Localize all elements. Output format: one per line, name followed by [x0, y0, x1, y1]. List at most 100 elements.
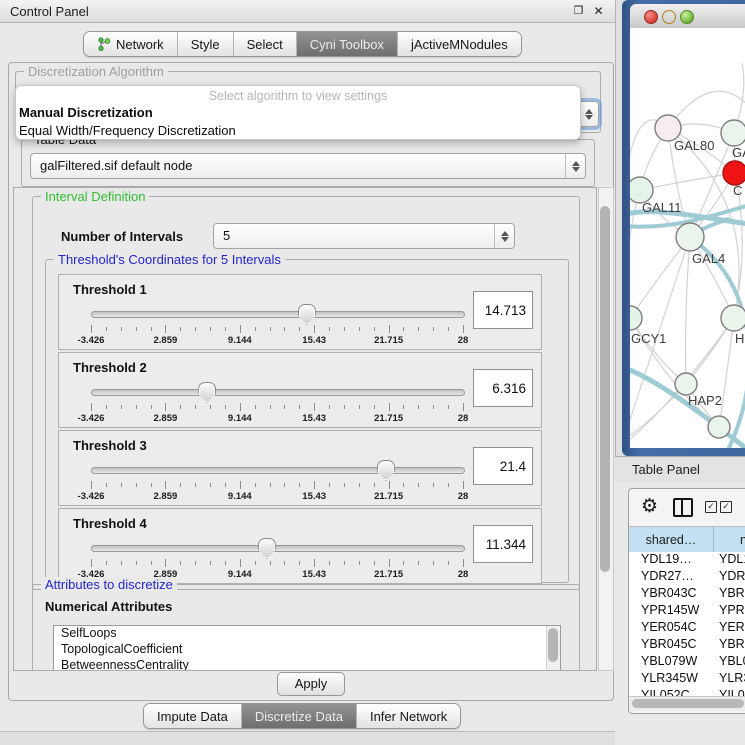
- slider-tick: [106, 327, 107, 331]
- float-window-icon[interactable]: ❐: [572, 5, 585, 18]
- select-columns-checkbox-icon[interactable]: ✓: [705, 501, 717, 513]
- network-node[interactable]: [723, 161, 745, 185]
- threshold-1-label: Threshold 1: [73, 282, 147, 297]
- attribute-list-item[interactable]: SelfLoops: [54, 626, 560, 642]
- settings-vertical-scrollbar[interactable]: [598, 187, 614, 671]
- threshold-1-slider-track[interactable]: [91, 311, 465, 318]
- threshold-2-slider-ticks: [91, 403, 463, 411]
- tab-jactivemnodules[interactable]: jActiveMNodules: [398, 32, 521, 56]
- slider-tick: [91, 325, 92, 333]
- network-node[interactable]: [675, 373, 697, 395]
- algorithm-option-manual[interactable]: Manual Discretization: [16, 104, 580, 122]
- network-node-label: C: [733, 183, 742, 198]
- column-layout-icon[interactable]: [673, 498, 693, 517]
- slider-tick: [225, 483, 226, 487]
- cyni-bottom-tabbar: Impute Data Discretize Data Infer Networ…: [143, 703, 461, 729]
- attribute-list-item[interactable]: TopologicalCoefficient: [54, 642, 560, 658]
- mac-zoom-button[interactable]: [680, 10, 694, 24]
- tab-infer-network[interactable]: Infer Network: [357, 704, 460, 728]
- algorithm-popup-hint: Select algorithm to view settings: [16, 89, 580, 104]
- table-data-combobox[interactable]: galFiltered.sif default node: [30, 153, 586, 179]
- table-cell-shared-name: YIL052C: [629, 688, 713, 696]
- attributes-list-scrollbar[interactable]: [546, 626, 560, 671]
- threshold-1-slider-thumb[interactable]: [298, 304, 316, 325]
- close-window-icon[interactable]: ✕: [592, 5, 605, 18]
- threshold-4-slider: -3.4262.8599.14415.4321.71528: [91, 537, 463, 581]
- network-node[interactable]: [708, 416, 730, 438]
- slider-tick: [314, 403, 315, 411]
- tab-select[interactable]: Select: [234, 32, 297, 56]
- table-row[interactable]: YLR345WYLR3: [629, 671, 745, 688]
- settings-vertical-scrollbar-thumb[interactable]: [600, 206, 610, 572]
- number-of-intervals-combobox[interactable]: 5: [213, 223, 515, 249]
- select-all-checkbox-icon[interactable]: ✓: [720, 501, 732, 513]
- network-edge[interactable]: [686, 237, 691, 384]
- table-row[interactable]: YDR27…YDR2: [629, 569, 745, 586]
- network-node[interactable]: [721, 305, 745, 331]
- table-row[interactable]: YER054CYER0: [629, 620, 745, 637]
- apply-button[interactable]: Apply: [277, 672, 345, 696]
- slider-tick-label: 21.715: [374, 413, 403, 424]
- table-cell-shared-name: YLR345W: [629, 671, 713, 688]
- threshold-1-value-field[interactable]: 14.713: [473, 291, 533, 329]
- tab-discretize-data[interactable]: Discretize Data: [242, 704, 357, 728]
- numerical-attributes-list[interactable]: SelfLoopsTopologicalCoefficientBetweenne…: [53, 625, 561, 671]
- network-edge[interactable]: [630, 190, 640, 318]
- slider-tick: [463, 403, 464, 411]
- table-row[interactable]: YBL079WYBL0: [629, 654, 745, 671]
- threshold-2-value-field[interactable]: 6.316: [473, 369, 533, 407]
- tab-discretize-data-label: Discretize Data: [255, 709, 343, 724]
- table-settings-gear-icon[interactable]: ⚙: [641, 495, 658, 518]
- threshold-3-slider-track[interactable]: [91, 467, 465, 474]
- network-edge[interactable]: [630, 237, 690, 318]
- slider-tick-label: 15.43: [302, 569, 326, 580]
- slider-tick: [299, 327, 300, 331]
- table-horizontal-scrollbar[interactable]: [629, 696, 745, 711]
- attributes-list-scrollbar-thumb[interactable]: [548, 628, 558, 662]
- slider-tick: [389, 403, 390, 411]
- threshold-4-value-field[interactable]: 11.344: [473, 525, 533, 563]
- algorithm-option-equal-width[interactable]: Equal Width/Frequency Discretization: [16, 122, 580, 140]
- network-node[interactable]: [676, 223, 704, 251]
- slider-tick: [418, 405, 419, 409]
- tab-impute-data[interactable]: Impute Data: [144, 704, 242, 728]
- table-horizontal-scrollbar-thumb[interactable]: [632, 699, 744, 708]
- threshold-4-slider-thumb[interactable]: [258, 538, 276, 559]
- slider-tick: [329, 327, 330, 331]
- threshold-3-value-field[interactable]: 21.4: [473, 447, 533, 485]
- network-canvas[interactable]: GAL80GALCGAL11GAL4GCY1HHAP2: [630, 28, 745, 448]
- network-node[interactable]: [630, 306, 642, 330]
- table-row[interactable]: YBR045CYBR0: [629, 637, 745, 654]
- threshold-3-slider-thumb[interactable]: [377, 460, 395, 481]
- network-edge[interactable]: [719, 318, 734, 427]
- threshold-4-slider-track[interactable]: [91, 545, 465, 552]
- slider-tick: [314, 481, 315, 489]
- mac-close-button[interactable]: [644, 10, 658, 24]
- tab-cyni-toolbox[interactable]: Cyni Toolbox: [297, 32, 398, 56]
- table-row[interactable]: YPR145WYPR1: [629, 603, 745, 620]
- tab-style[interactable]: Style: [178, 32, 234, 56]
- number-of-intervals-value: 5: [223, 228, 490, 243]
- column-header-shared-name[interactable]: shared…: [629, 527, 714, 553]
- slider-tick: [255, 327, 256, 331]
- slider-tick: [121, 405, 122, 409]
- number-of-intervals-stepper: [494, 224, 514, 248]
- mac-minimize-button[interactable]: [662, 10, 676, 24]
- threshold-2-slider-track[interactable]: [91, 389, 465, 396]
- column-header-name[interactable]: n: [714, 527, 745, 553]
- attribute-list-item[interactable]: BetweennessCentrality: [54, 658, 560, 671]
- table-row[interactable]: YDL19…YDL1: [629, 552, 745, 569]
- network-edge[interactable]: [640, 173, 735, 190]
- slider-tick: [136, 561, 137, 565]
- table-row[interactable]: YBR043CYBR0: [629, 586, 745, 603]
- slider-tick: [210, 327, 211, 331]
- control-panel-titlebar: Control Panel ❐ ✕: [0, 0, 615, 23]
- slider-tick: [359, 405, 360, 409]
- table-panel-box: ⚙ ✓ ✓ shared… n YDL19…YDL1YDR27…YDR2YBR0…: [628, 488, 745, 714]
- tab-network[interactable]: Network: [84, 32, 178, 56]
- threshold-3-label: Threshold 3: [73, 438, 147, 453]
- network-node[interactable]: [721, 120, 745, 146]
- table-row[interactable]: YIL052CYIL0: [629, 688, 745, 696]
- threshold-2-slider-thumb[interactable]: [198, 382, 216, 403]
- slider-tick-label: 28: [458, 413, 469, 424]
